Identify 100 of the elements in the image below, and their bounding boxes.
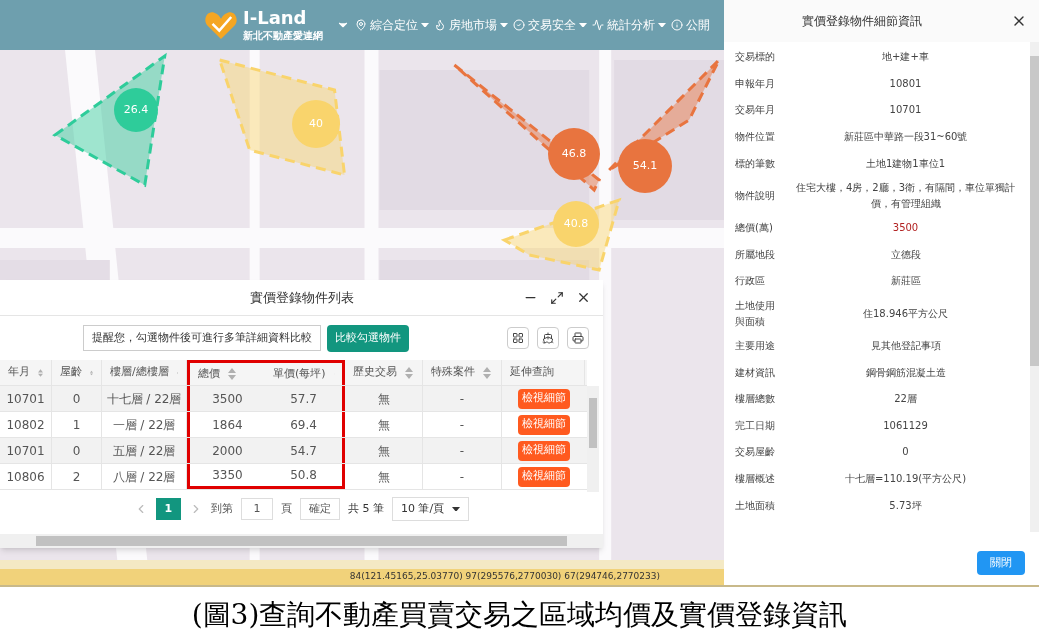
panel-title: 實價登錄物件細節資訊 [802, 13, 922, 30]
table-cell: 十七層 / 22層 [102, 386, 187, 411]
page-input[interactable]: 1 [240, 498, 273, 520]
table-cell: 10701 [0, 386, 52, 411]
detail-label: 所屬地段 [735, 247, 776, 262]
total-count: 共 5 筆 [347, 500, 384, 517]
view-details-button[interactable]: 檢視細節 [517, 388, 570, 409]
view-details-button[interactable]: 檢視細節 [517, 414, 570, 435]
heart-logo-icon [204, 9, 238, 41]
vertical-scrollbar[interactable] [1030, 42, 1039, 532]
detail-label: 土地面積 [735, 498, 776, 513]
table-cell: 3350 [187, 464, 265, 489]
table-cell: 10806 [0, 464, 52, 489]
table-cell: 無 [345, 386, 423, 411]
caret-icon [658, 22, 666, 28]
detail-label: 完工日期 [735, 418, 776, 433]
caret-icon [500, 22, 508, 28]
confirm-button[interactable]: 確定 [299, 498, 340, 520]
caret-icon [421, 22, 429, 28]
table-cell: 無 [345, 464, 423, 489]
detail-value: 22層 [893, 392, 918, 407]
printer-icon[interactable] [567, 327, 589, 349]
scrollbar-thumb[interactable] [589, 398, 597, 448]
panel-title: 實價登錄物件列表 [249, 288, 354, 307]
detail-value: 新莊區中華路一段31~60號 [842, 130, 969, 145]
table-cell: 無 [345, 412, 423, 437]
goto-label: 到第 [210, 500, 233, 517]
scrollbar-thumb[interactable] [1030, 56, 1039, 366]
column-header[interactable]: 年月 [0, 360, 52, 385]
table-cell: - [423, 438, 502, 463]
table-cell: 五層 / 22層 [102, 438, 187, 463]
column-header[interactable]: 屋齡 [52, 360, 102, 385]
column-header[interactable]: 特殊案件 [423, 360, 502, 385]
detail-value: 地+建+車 [881, 50, 930, 65]
check-circle-icon [513, 19, 525, 31]
scrollbar-thumb[interactable] [36, 536, 567, 546]
coordinates-text: 84(121.45165,25.03770) 97(295576,2770030) 67(294746,2770233) [349, 570, 660, 584]
detail-value: 0 [901, 445, 910, 460]
detail-label: 建材資訊 [735, 365, 776, 380]
vertical-scrollbar[interactable] [587, 386, 599, 492]
detail-value: 鋼骨鋼筋混凝土造 [864, 365, 947, 380]
table-cell: - [423, 464, 502, 489]
detail-value: 3500 [891, 221, 920, 236]
detail-value: 見其他登記事項 [869, 339, 942, 354]
table-cell: - [423, 412, 502, 437]
detail-value: 10701 [888, 103, 923, 118]
table-cell: 10802 [0, 412, 52, 437]
ship-icon[interactable] [537, 327, 559, 349]
grid-icon[interactable] [507, 327, 529, 349]
detail-label: 行政區 [735, 274, 766, 289]
detail-label: 交易屋齡 [735, 445, 776, 460]
table-cell: 10701 [0, 438, 52, 463]
sort-icon [228, 368, 236, 380]
detail-value: 10801 [888, 76, 923, 91]
page-button[interactable]: 1 [155, 498, 181, 520]
view-details-button[interactable]: 檢視細節 [517, 466, 570, 487]
column-header[interactable]: 樓層/總樓層 [102, 360, 187, 385]
brand-subtitle: 新北不動產愛連網 [243, 31, 323, 41]
table-cell: 0 [52, 386, 102, 411]
per-page-select[interactable]: 10 筆/頁 [391, 497, 470, 521]
nav-menu-item[interactable]: 房地市場 [434, 16, 508, 34]
brand-name: I-Land [243, 9, 308, 27]
figure-caption: (圖3)查詢不動產買賣交易之區域均價及實價登錄資訊 [191, 597, 848, 633]
table-cell: 2 [52, 464, 102, 489]
nav-menu-item[interactable]: 公開 [671, 16, 710, 34]
nav-menu-item[interactable]: 交易安全 [513, 16, 587, 34]
pulse-icon [592, 19, 604, 31]
horizontal-scrollbar[interactable] [0, 534, 603, 548]
view-details-button[interactable]: 檢視細節 [517, 440, 570, 461]
sort-icon [38, 366, 43, 379]
detail-value: 新莊區 [889, 274, 922, 289]
detail-value: 十七層=110.19(平方公尺) [843, 472, 968, 486]
pin-icon [355, 19, 367, 31]
detail-value: 5.73坪 [888, 498, 923, 513]
table-cell: - [423, 386, 502, 411]
sort-icon [405, 366, 413, 379]
detail-label: 物件說明 [735, 188, 776, 203]
maximize-icon[interactable] [550, 290, 564, 305]
table-cell: 一層 / 22層 [102, 412, 187, 437]
column-header[interactable]: 歷史交易 [345, 360, 423, 385]
close-button[interactable]: 關閉 [977, 551, 1025, 575]
detail-value: 1061129 [882, 418, 929, 433]
detail-value: 立德段 [889, 247, 922, 262]
detail-value: 住18.946平方公尺 [862, 306, 949, 321]
detail-label: 標的筆數 [735, 156, 776, 171]
close-icon[interactable] [576, 290, 591, 305]
detail-label: 申報年月 [735, 76, 776, 91]
detail-value: 土地1建物1車位1 [864, 156, 947, 171]
detail-value: 住宅大樓，4房，2廳，3衛，有隔間，車位單獨計價，有管理組織 [794, 180, 1017, 211]
nav-menu-item[interactable]: 綜合定位 [355, 16, 429, 34]
sort-icon [483, 366, 491, 379]
detail-label: 主要用途 [735, 339, 776, 354]
table-cell: 0 [52, 438, 102, 463]
caret-icon [452, 506, 461, 512]
detail-label: 樓層概述 [735, 472, 776, 486]
nav-menu-item[interactable]: 統計分析 [592, 16, 666, 34]
detail-label: 交易標的 [735, 50, 776, 65]
table-cell: 1 [52, 412, 102, 437]
compare-button[interactable]: 比較勾選物件 [327, 324, 409, 352]
column-header[interactable]: 延伸查詢 [502, 360, 585, 385]
